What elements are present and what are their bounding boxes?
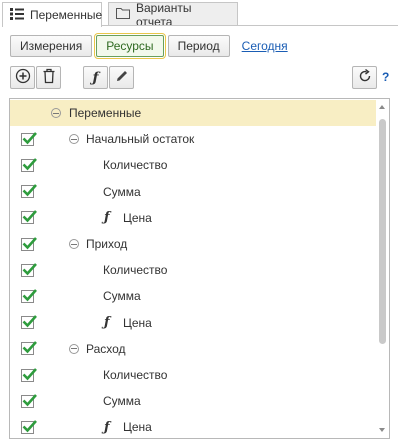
checkmark-icon xyxy=(22,158,37,171)
checkmark-icon xyxy=(22,289,37,302)
period-button[interactable]: Период xyxy=(167,35,230,57)
function-button[interactable]: ƒ xyxy=(83,66,108,89)
tree-row-label: Цена xyxy=(123,315,152,330)
function-icon: ƒ xyxy=(104,210,110,226)
variables-tree[interactable]: Переменные Начальный остаток Количество Су… xyxy=(9,98,390,439)
tree-root-row[interactable]: Переменные xyxy=(10,100,377,126)
option-buttons: Измерения Ресурсы Период Сегодня xyxy=(10,33,288,59)
tab-report-variants[interactable]: Варианты отчета xyxy=(108,0,238,29)
checkbox[interactable] xyxy=(21,262,37,277)
dimensions-button[interactable]: Измерения xyxy=(10,35,93,57)
tree-row-label: Количество xyxy=(103,263,168,278)
checkbox[interactable] xyxy=(21,341,37,356)
collapse-icon[interactable] xyxy=(69,134,79,145)
tree-root-label: Переменные xyxy=(69,106,142,120)
help-button[interactable]: ? xyxy=(382,70,389,84)
toolbar-right xyxy=(352,66,378,90)
refresh-icon xyxy=(357,68,373,87)
checkmark-icon xyxy=(22,420,37,433)
checkbox[interactable] xyxy=(21,131,37,146)
vertical-scrollbar[interactable] xyxy=(376,99,389,438)
checkbox[interactable] xyxy=(21,289,37,303)
tree-group-row[interactable]: Начальный остаток xyxy=(10,126,377,152)
tab-bar: Переменные Варианты отчета xyxy=(2,0,398,29)
tree-row-label: Цена xyxy=(123,210,152,225)
tree-item-row[interactable]: Количество xyxy=(10,152,377,178)
tree-row-label: Сумма xyxy=(103,184,141,199)
tree-item-row[interactable]: Количество xyxy=(10,362,377,388)
checkbox[interactable] xyxy=(21,420,37,434)
checkbox[interactable] xyxy=(21,367,37,382)
pencil-icon xyxy=(115,69,129,86)
tree-row-label: Цена xyxy=(123,420,152,435)
tree-item-row[interactable]: Сумма xyxy=(10,283,377,309)
tree-row-label: Начальный остаток xyxy=(86,132,195,147)
toolbar-middle: ƒ xyxy=(83,66,135,90)
collapse-icon[interactable] xyxy=(69,239,79,249)
checkbox[interactable] xyxy=(21,210,37,225)
tree-row-label: Количество xyxy=(103,368,168,382)
checkbox[interactable] xyxy=(21,184,37,199)
scroll-down-icon[interactable] xyxy=(379,428,385,432)
delete-button[interactable] xyxy=(36,66,61,89)
edit-button[interactable] xyxy=(109,66,134,89)
collapse-icon[interactable] xyxy=(51,108,61,118)
tree-item-row[interactable]: Сумма xyxy=(10,388,377,414)
function-icon: ƒ xyxy=(92,69,99,86)
function-icon: ƒ xyxy=(104,419,110,435)
checkbox[interactable] xyxy=(21,315,37,330)
today-link[interactable]: Сегодня xyxy=(242,39,288,53)
tree-group-row[interactable]: Расход xyxy=(10,336,377,362)
checkbox[interactable] xyxy=(21,393,37,408)
tree-row-label: Приход xyxy=(86,237,128,251)
add-circle-icon xyxy=(15,68,31,87)
checkmark-icon xyxy=(22,367,37,380)
tree-item-row[interactable]: Количество xyxy=(10,257,377,283)
table-list-icon xyxy=(10,7,24,23)
toolbar-left xyxy=(10,66,62,90)
resources-button[interactable]: Ресурсы xyxy=(94,33,166,59)
function-icon: ƒ xyxy=(104,315,110,331)
tree-row-label: Расход xyxy=(86,341,126,356)
checkmark-icon xyxy=(22,210,37,223)
tree-item-row[interactable]: ƒ Цена xyxy=(10,205,377,231)
checkmark-icon xyxy=(22,341,37,354)
tab-variables-label: Переменные xyxy=(30,8,103,22)
scrollbar-thumb[interactable] xyxy=(379,119,386,344)
refresh-button[interactable] xyxy=(352,66,377,89)
tab-report-variants-label: Варианты отчета xyxy=(136,0,192,29)
folder-icon xyxy=(116,7,130,22)
tree-row-label: Сумма xyxy=(103,394,141,409)
tree-row-label: Сумма xyxy=(103,289,141,304)
trash-icon xyxy=(42,68,56,87)
checkmark-icon xyxy=(22,262,37,276)
checkmark-icon xyxy=(22,131,37,145)
tree-row-label: Количество xyxy=(103,158,168,173)
checkmark-icon xyxy=(22,393,37,407)
checkmark-icon xyxy=(22,184,37,197)
add-button[interactable] xyxy=(10,66,35,89)
tree-item-row[interactable]: ƒ Цена xyxy=(10,414,377,438)
scroll-up-icon[interactable] xyxy=(379,105,385,109)
collapse-icon[interactable] xyxy=(69,343,79,354)
checkmark-icon xyxy=(22,236,37,249)
tree-item-row[interactable]: ƒ Цена xyxy=(10,310,377,336)
tree-group-row[interactable]: Приход xyxy=(10,231,377,257)
checkmark-icon xyxy=(22,315,37,328)
tree-item-row[interactable]: Сумма xyxy=(10,179,377,205)
tab-variables[interactable]: Переменные xyxy=(2,2,102,27)
checkbox[interactable] xyxy=(21,236,37,251)
checkbox[interactable] xyxy=(21,158,37,172)
